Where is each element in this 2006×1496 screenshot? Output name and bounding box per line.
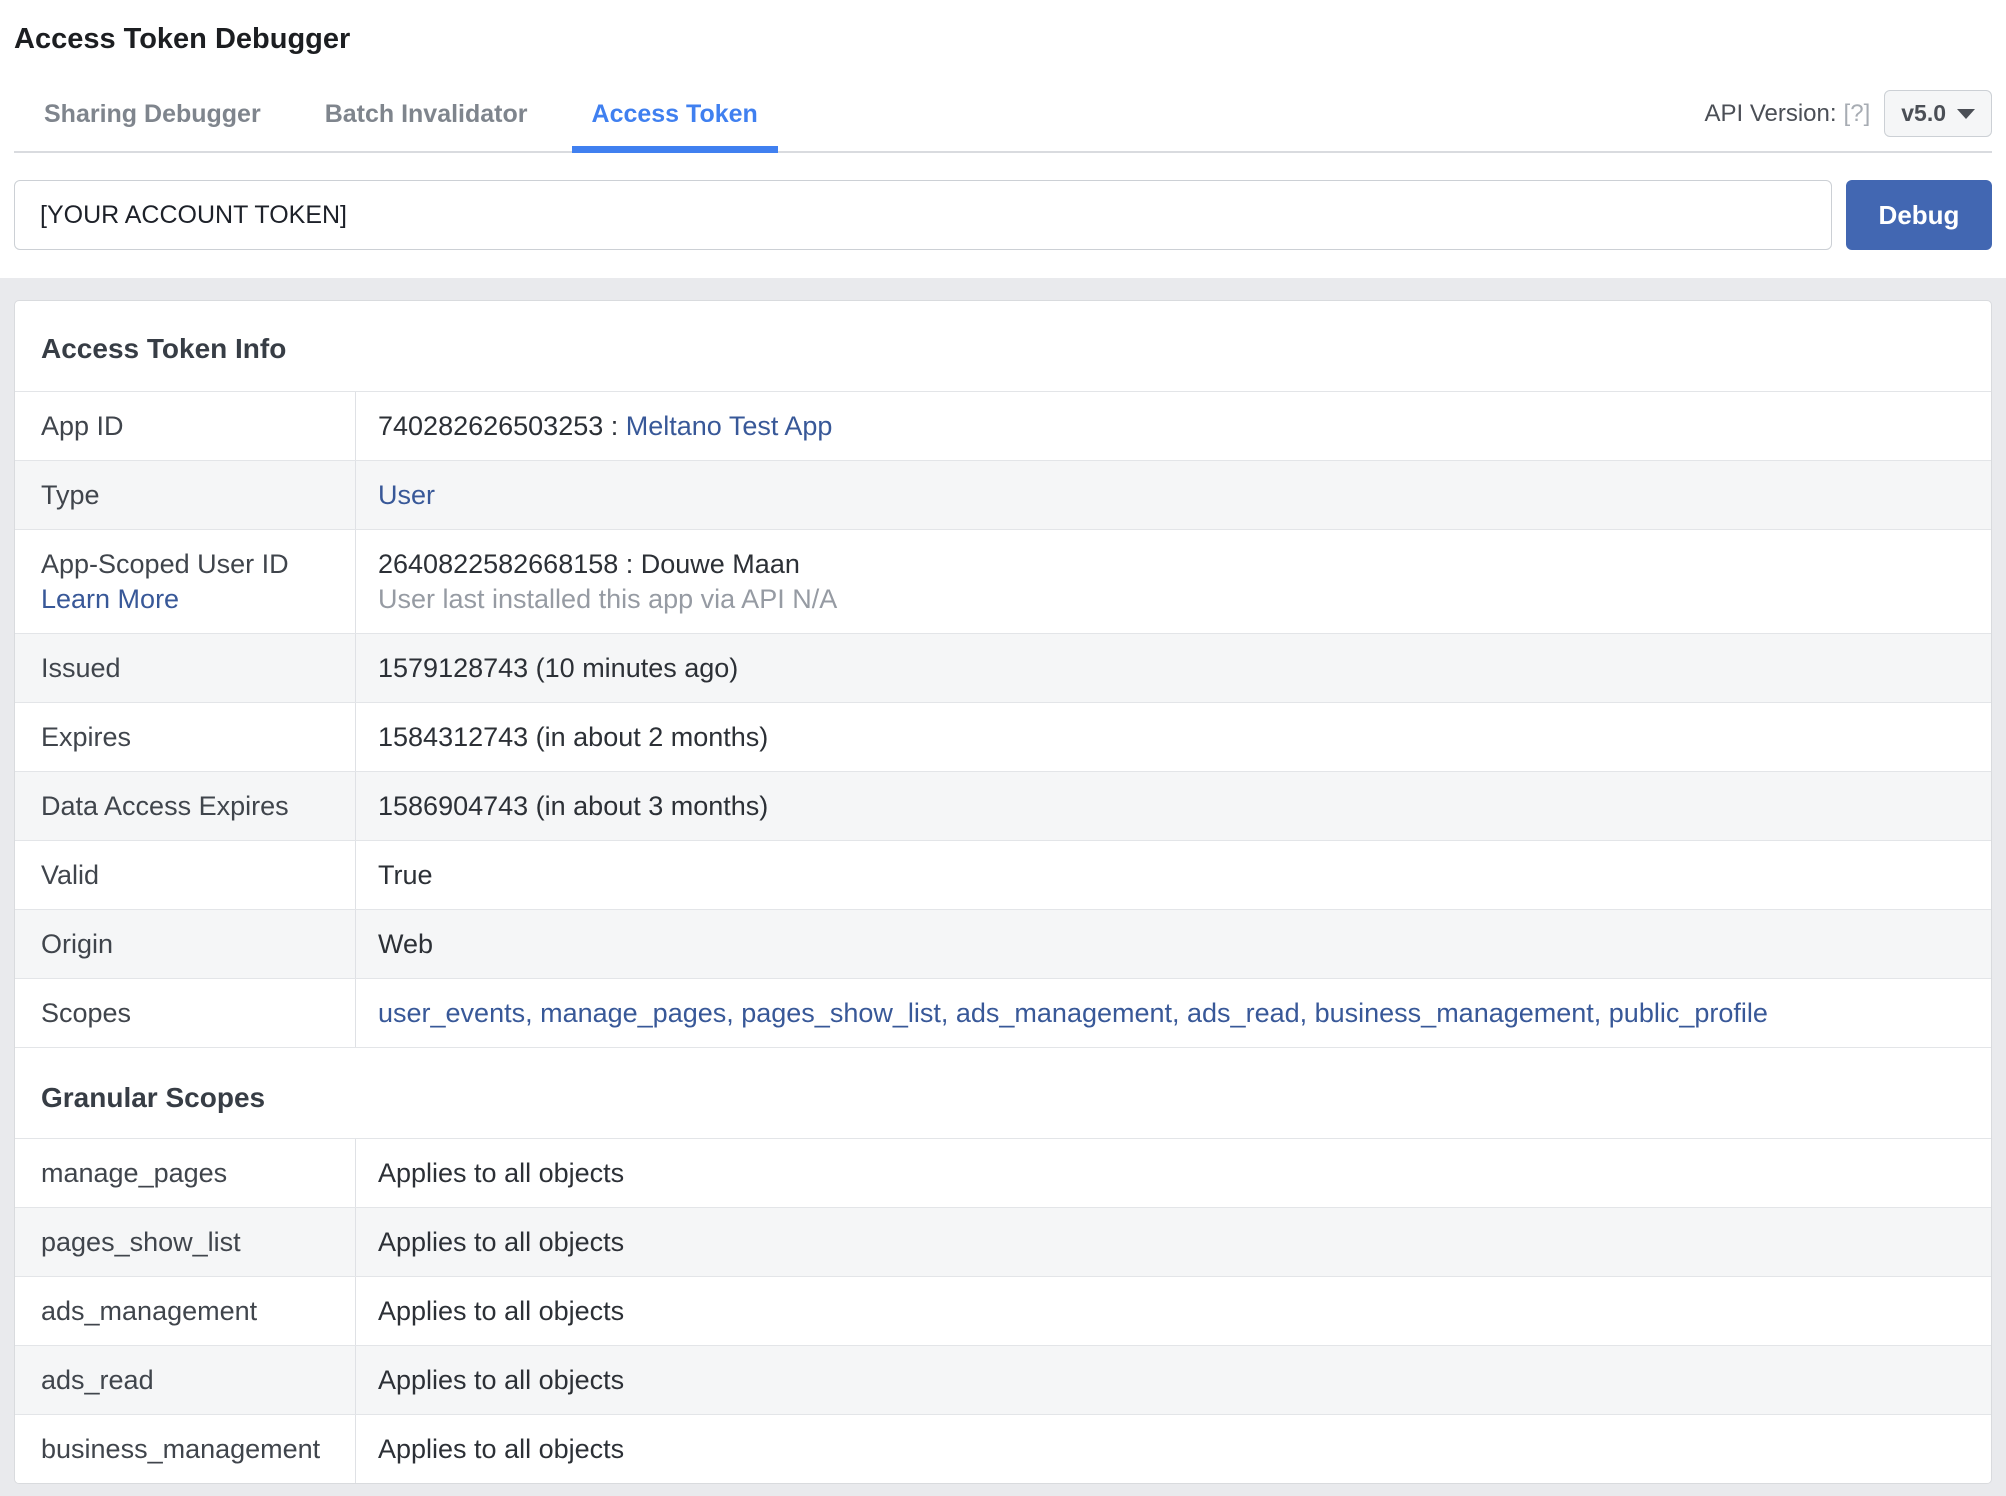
api-version-value: v5.0	[1901, 100, 1946, 126]
row-label-text: App-Scoped User ID	[41, 549, 289, 579]
token-type-link[interactable]: User	[378, 480, 435, 510]
row-label: App-Scoped User ID Learn More	[15, 530, 356, 633]
row-value: 1586904743 (in about 3 months)	[378, 791, 769, 821]
row-value: 1584312743 (in about 2 months)	[378, 722, 769, 752]
section-title-access-token-info: Access Token Info	[41, 333, 287, 364]
tab-access-token[interactable]: Access Token	[571, 86, 779, 153]
app-id-value: 740282626503253 :	[378, 411, 626, 441]
table-row-issued: Issued 1579128743 (10 minutes ago)	[15, 633, 1991, 702]
row-label: Issued	[15, 634, 356, 702]
row-value: 1579128743 (10 minutes ago)	[378, 653, 739, 683]
token-info-card: Access Token Info App ID 740282626503253…	[14, 300, 1992, 1484]
api-version-label: API Version:	[1704, 99, 1837, 127]
section-title-granular-scopes: Granular Scopes	[15, 1047, 1991, 1138]
debug-button[interactable]: Debug	[1846, 180, 1992, 250]
table-row-ads-read: ads_read Applies to all objects	[15, 1345, 1991, 1414]
row-label: Origin	[15, 910, 356, 978]
user-id-value: 2640822582668158 : Douwe Maan	[378, 549, 800, 579]
chevron-down-icon	[1957, 108, 1975, 119]
app-name-link[interactable]: Meltano Test App	[626, 411, 833, 441]
row-label: Valid	[15, 841, 356, 909]
tab-bar: Sharing Debugger Batch Invalidator Acces…	[14, 86, 1992, 153]
table-row-data-access-expires: Data Access Expires 1586904743 (in about…	[15, 771, 1991, 840]
row-label: Type	[15, 461, 356, 529]
row-label: Scopes	[15, 979, 356, 1047]
scopes-links[interactable]: user_events, manage_pages, pages_show_li…	[378, 998, 1768, 1028]
row-label: manage_pages	[15, 1139, 356, 1207]
table-row-origin: Origin Web	[15, 909, 1991, 978]
row-value: True	[378, 860, 433, 890]
table-row-ads-management: ads_management Applies to all objects	[15, 1276, 1991, 1345]
row-value: Applies to all objects	[378, 1434, 625, 1464]
table-row-pages-show-list: pages_show_list Applies to all objects	[15, 1207, 1991, 1276]
table-row-app-scoped-user-id: App-Scoped User ID Learn More 2640822582…	[15, 529, 1991, 633]
row-value: Web	[378, 929, 434, 959]
page-title: Access Token Debugger	[14, 23, 351, 55]
api-version-dropdown[interactable]: v5.0	[1884, 90, 1992, 137]
api-version-group: API Version: [?] v5.0	[1704, 90, 1992, 147]
row-label: Data Access Expires	[15, 772, 356, 840]
help-icon[interactable]: [?]	[1844, 100, 1871, 128]
user-id-note: User last installed this app via API N/A	[378, 584, 838, 614]
access-token-input[interactable]	[14, 180, 1832, 250]
results-background: Access Token Info App ID 740282626503253…	[0, 278, 2006, 1496]
row-value: user_events, manage_pages, pages_show_li…	[356, 979, 1991, 1047]
row-value: 740282626503253 : Meltano Test App	[356, 392, 1991, 460]
table-row-scopes: Scopes user_events, manage_pages, pages_…	[15, 978, 1991, 1047]
row-label: ads_read	[15, 1346, 356, 1414]
row-label: Expires	[15, 703, 356, 771]
row-label: ads_management	[15, 1277, 356, 1345]
row-value: Applies to all objects	[378, 1227, 625, 1257]
row-value: Applies to all objects	[378, 1158, 625, 1188]
row-label: pages_show_list	[15, 1208, 356, 1276]
learn-more-link[interactable]: Learn More	[41, 584, 179, 614]
row-value: Applies to all objects	[378, 1296, 625, 1326]
tab-batch-invalidator[interactable]: Batch Invalidator	[305, 86, 548, 151]
table-row-manage-pages: manage_pages Applies to all objects	[15, 1138, 1991, 1207]
table-row-type: Type User	[15, 460, 1991, 529]
table-row-valid: Valid True	[15, 840, 1991, 909]
token-input-row: Debug	[14, 153, 1992, 278]
row-label: business_management	[15, 1415, 356, 1483]
tab-sharing-debugger[interactable]: Sharing Debugger	[24, 86, 281, 151]
row-value: User	[356, 461, 1991, 529]
row-label: App ID	[15, 392, 356, 460]
row-value: Applies to all objects	[378, 1365, 625, 1395]
table-row-app-id: App ID 740282626503253 : Meltano Test Ap…	[15, 391, 1991, 460]
header-area: Access Token Debugger Sharing Debugger B…	[0, 0, 2006, 278]
table-row-business-management: business_management Applies to all objec…	[15, 1414, 1991, 1483]
row-value: 2640822582668158 : Douwe Maan User last …	[356, 530, 1991, 633]
table-row-expires: Expires 1584312743 (in about 2 months)	[15, 702, 1991, 771]
